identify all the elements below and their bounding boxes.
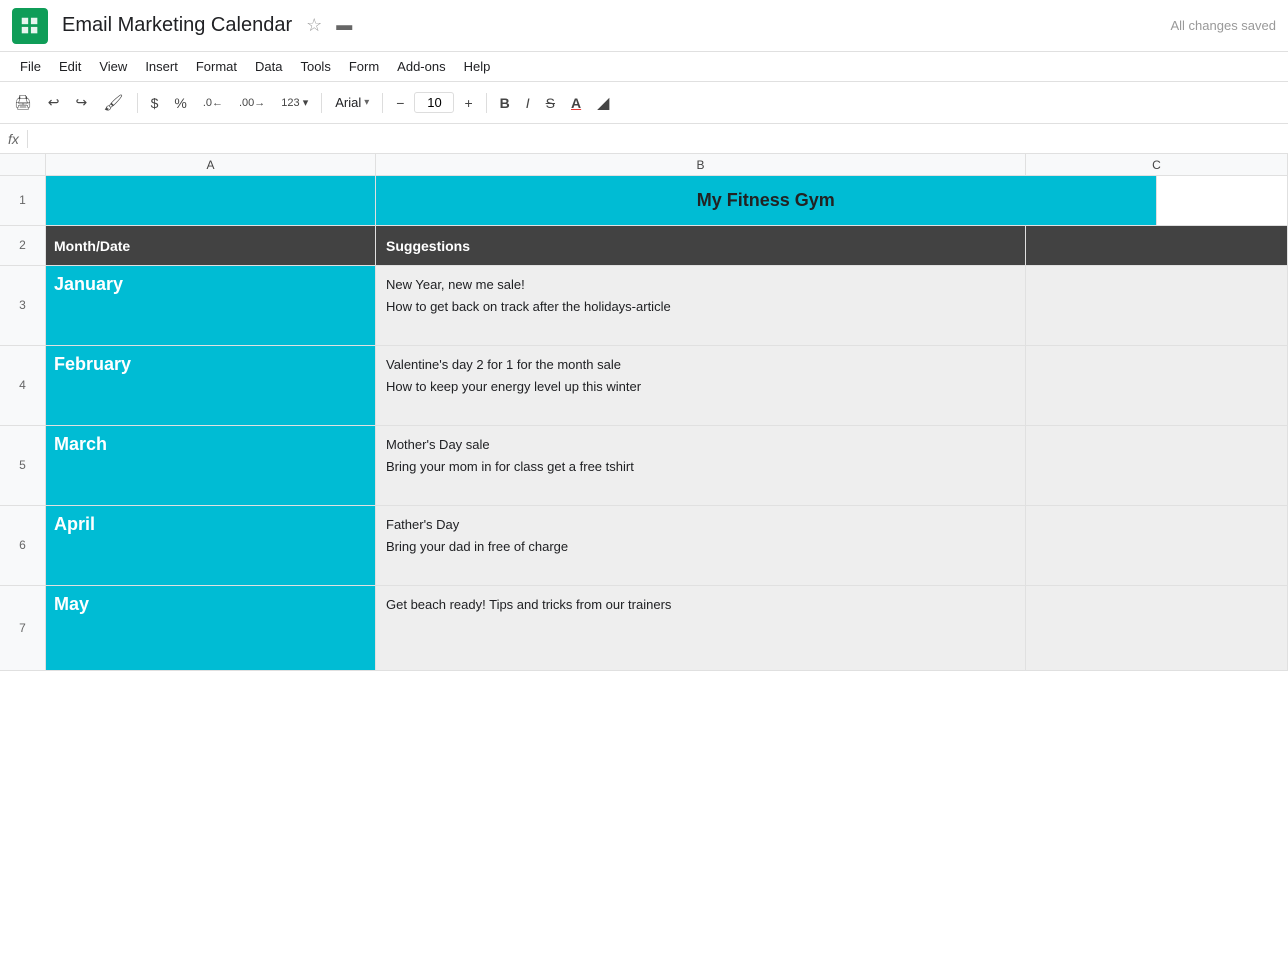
formula-bar-separator — [27, 130, 28, 148]
row-num-4: 4 — [0, 346, 46, 425]
title-cell-c — [1157, 176, 1288, 225]
suggestion-line-2: Bring your mom in for class get a free t… — [386, 456, 1015, 478]
font-family-dropdown[interactable]: Arial ▾ — [329, 92, 375, 113]
sheet-area: A B C 1 My Fitness Gym 2 Month/Date Sugg… — [0, 154, 1288, 671]
paint-format-button[interactable]: 🖌 — [97, 89, 129, 117]
sheets-logo — [12, 8, 48, 44]
header-cell-c — [1026, 226, 1288, 265]
suggestion-line-1: Father's Day — [386, 514, 1015, 536]
header-month-date[interactable]: Month/Date — [46, 226, 376, 265]
col-header-a[interactable]: A — [46, 154, 376, 175]
table-row: 3 January New Year, new me sale! How to … — [0, 266, 1288, 346]
month-march[interactable]: March — [46, 426, 376, 505]
menu-bar: File Edit View Insert Format Data Tools … — [0, 52, 1288, 82]
col-header-c[interactable]: C — [1026, 154, 1288, 175]
table-row: 2 Month/Date Suggestions — [0, 226, 1288, 266]
suggestion-line-2: Bring your dad in free of charge — [386, 536, 1015, 558]
menu-help[interactable]: Help — [456, 56, 499, 77]
star-icon[interactable]: ☆ — [306, 15, 322, 36]
row3-cell-c — [1026, 266, 1288, 345]
menu-format[interactable]: Format — [188, 56, 245, 77]
font-size-input[interactable] — [414, 92, 454, 113]
row-num-header — [0, 154, 46, 175]
table-row: 7 May Get beach ready! Tips and tricks f… — [0, 586, 1288, 671]
dec-left-button[interactable]: .0← — [197, 93, 229, 113]
table-row: 5 March Mother's Day sale Bring your mom… — [0, 426, 1288, 506]
row-num-5: 5 — [0, 426, 46, 505]
fill-color-button[interactable]: ◢ — [591, 89, 615, 117]
toolbar-separator-4 — [486, 93, 487, 113]
suggestion-may[interactable]: Get beach ready! Tips and tricks from ou… — [376, 586, 1026, 670]
suggestion-line-1: New Year, new me sale! — [386, 274, 1015, 296]
table-row: 4 February Valentine's day 2 for 1 for t… — [0, 346, 1288, 426]
row-num-3: 3 — [0, 266, 46, 345]
print-button[interactable]: 🖨 — [8, 90, 38, 115]
month-january[interactable]: January — [46, 266, 376, 345]
font-family-label: Arial — [335, 95, 361, 110]
column-header-row: A B C — [0, 154, 1288, 176]
formula-fx-label: fx — [8, 131, 19, 147]
row7-cell-c — [1026, 586, 1288, 670]
suggestion-january[interactable]: New Year, new me sale! How to get back o… — [376, 266, 1026, 345]
suggestion-line-1: Mother's Day sale — [386, 434, 1015, 456]
table-row: 6 April Father's Day Bring your dad in f… — [0, 506, 1288, 586]
grid: 1 My Fitness Gym 2 Month/Date Suggestion… — [0, 176, 1288, 671]
menu-insert[interactable]: Insert — [137, 56, 186, 77]
row5-cell-c — [1026, 426, 1288, 505]
redo-button[interactable]: ↪ — [70, 90, 94, 115]
suggestion-line-2: How to keep your energy level up this wi… — [386, 376, 1015, 398]
title-cell-a[interactable] — [46, 176, 376, 225]
toolbar-separator-3 — [382, 93, 383, 113]
saved-status: All changes saved — [1170, 18, 1276, 33]
formula-bar: fx — [0, 124, 1288, 154]
font-family-arrow: ▾ — [364, 97, 369, 108]
font-color-button[interactable]: A — [565, 91, 587, 115]
font-size-decrease[interactable]: − — [390, 91, 410, 115]
menu-file[interactable]: File — [12, 56, 49, 77]
currency-button[interactable]: $ — [145, 91, 165, 115]
menu-tools[interactable]: Tools — [292, 56, 338, 77]
formula-input[interactable] — [36, 131, 1280, 146]
toolbar-separator-1 — [137, 93, 138, 113]
month-may[interactable]: May — [46, 586, 376, 670]
suggestion-line-1: Valentine's day 2 for 1 for the month sa… — [386, 354, 1015, 376]
undo-button[interactable]: ↩ — [42, 90, 66, 115]
percent-button[interactable]: % — [168, 91, 192, 115]
menu-form[interactable]: Form — [341, 56, 387, 77]
suggestion-line-1: Get beach ready! Tips and tricks from ou… — [386, 594, 1015, 616]
suggestion-april[interactable]: Father's Day Bring your dad in free of c… — [376, 506, 1026, 585]
month-april[interactable]: April — [46, 506, 376, 585]
menu-addons[interactable]: Add-ons — [389, 56, 453, 77]
menu-data[interactable]: Data — [247, 56, 290, 77]
row4-cell-c — [1026, 346, 1288, 425]
toolbar: 🖨 ↩ ↪ 🖌 $ % .0← .00→ 123 ▾ Arial ▾ − + B… — [0, 82, 1288, 124]
strikethrough-button[interactable]: S — [540, 91, 561, 115]
header-suggestions[interactable]: Suggestions — [376, 226, 1026, 265]
col-header-b[interactable]: B — [376, 154, 1026, 175]
toolbar-separator-2 — [321, 93, 322, 113]
row-num-2: 2 — [0, 226, 46, 265]
folder-icon[interactable]: ▬ — [336, 17, 352, 35]
menu-view[interactable]: View — [91, 56, 135, 77]
row-num-7: 7 — [0, 586, 46, 670]
month-february[interactable]: February — [46, 346, 376, 425]
title-cell-b[interactable]: My Fitness Gym — [376, 176, 1157, 225]
document-title[interactable]: Email Marketing Calendar — [62, 14, 292, 37]
row-num-6: 6 — [0, 506, 46, 585]
suggestion-march[interactable]: Mother's Day sale Bring your mom in for … — [376, 426, 1026, 505]
suggestion-february[interactable]: Valentine's day 2 for 1 for the month sa… — [376, 346, 1026, 425]
dec-right-button[interactable]: .00→ — [233, 93, 271, 113]
suggestion-line-2: How to get back on track after the holid… — [386, 296, 1015, 318]
bold-button[interactable]: B — [494, 91, 516, 115]
table-row: 1 My Fitness Gym — [0, 176, 1288, 226]
number-format-button[interactable]: 123 ▾ — [275, 92, 314, 113]
menu-edit[interactable]: Edit — [51, 56, 89, 77]
italic-button[interactable]: I — [520, 91, 536, 115]
font-size-increase[interactable]: + — [458, 91, 478, 115]
row-num-1: 1 — [0, 176, 46, 225]
top-bar: Email Marketing Calendar ☆ ▬ All changes… — [0, 0, 1288, 52]
row6-cell-c — [1026, 506, 1288, 585]
